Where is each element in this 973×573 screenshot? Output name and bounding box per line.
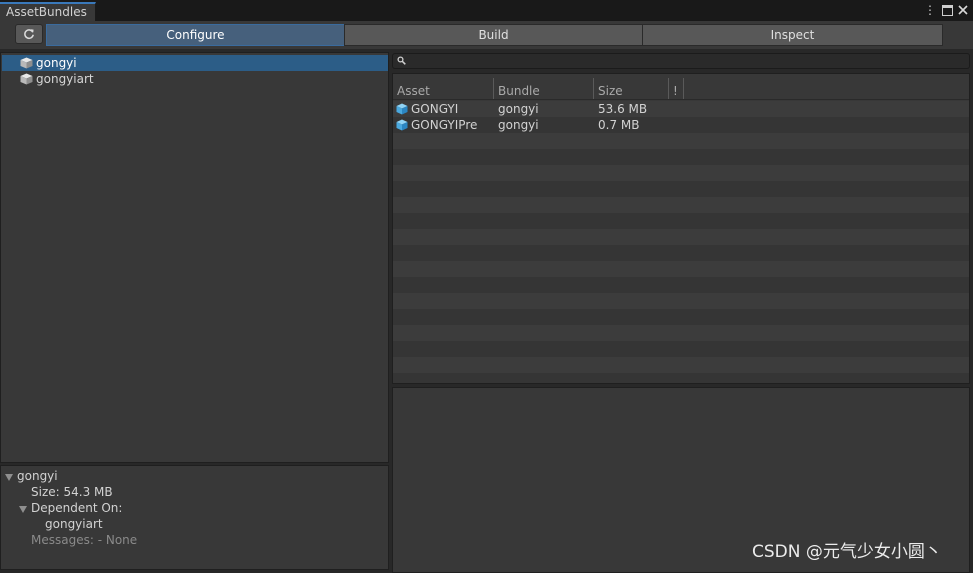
- bundle-size: Size: 54.3 MB: [31, 485, 113, 499]
- asset-size: 0.7 MB: [598, 118, 640, 132]
- row-stripe: [393, 197, 969, 213]
- row-stripe: [393, 213, 969, 229]
- asset-size: 53.6 MB: [598, 102, 648, 116]
- prefab-cube-icon: [396, 119, 408, 131]
- refresh-icon: [24, 29, 34, 39]
- row-stripe: [393, 133, 969, 149]
- asset-list-panel: Asset Bundle Size ! GONGYI gongyi 53.6 M…: [392, 73, 970, 384]
- bundle-info-name: gongyi: [17, 469, 58, 483]
- kebab-menu-icon[interactable]: ⋮: [923, 2, 937, 18]
- dependency-item: gongyiart: [45, 517, 103, 531]
- column-header-bundle[interactable]: Bundle: [494, 83, 593, 99]
- row-stripe: [393, 373, 969, 383]
- row-stripe: [393, 245, 969, 261]
- bundle-info-header[interactable]: gongyi: [1, 468, 388, 484]
- window-tab-assetbundles[interactable]: AssetBundles: [0, 2, 96, 21]
- row-stripe: [393, 165, 969, 181]
- row-stripe: [393, 341, 969, 357]
- watermark-text: CSDN @元气少女小圆丶: [752, 542, 942, 562]
- asset-list-header: Asset Bundle Size !: [393, 74, 969, 100]
- column-header-asset[interactable]: Asset: [393, 83, 493, 99]
- maximize-icon[interactable]: [940, 2, 954, 18]
- bundle-cube-icon: [20, 73, 33, 85]
- refresh-button[interactable]: [15, 24, 43, 44]
- tree-item-gongyi[interactable]: gongyi: [2, 55, 388, 71]
- asset-bundle: gongyi: [498, 118, 539, 132]
- foldout-arrow-icon: [19, 506, 27, 513]
- search-icon: [397, 56, 406, 65]
- tab-inspect[interactable]: Inspect: [642, 24, 943, 46]
- row-stripe: [393, 309, 969, 325]
- prefab-cube-icon: [396, 103, 408, 115]
- row-stripe: [393, 293, 969, 309]
- asset-name: GONGYI: [411, 102, 459, 116]
- asset-row-gongyi[interactable]: GONGYI gongyi 53.6 MB: [393, 101, 969, 117]
- tab-configure[interactable]: Configure: [46, 24, 345, 46]
- foldout-arrow-icon: [5, 474, 13, 481]
- bundle-info-panel: gongyi Size: 54.3 MB Dependent On: gongy…: [0, 465, 389, 570]
- row-stripe: [393, 149, 969, 165]
- row-stripe: [393, 325, 969, 341]
- window-tab-bar: [0, 0, 973, 21]
- column-header-warning[interactable]: !: [669, 83, 683, 99]
- asset-row-gongyipre[interactable]: GONGYIPre gongyi 0.7 MB: [393, 117, 969, 133]
- row-stripe: [393, 357, 969, 373]
- tree-item-label: gongyi: [36, 56, 77, 70]
- row-stripe: [393, 277, 969, 293]
- close-icon[interactable]: [956, 2, 970, 18]
- bundle-cube-icon: [20, 57, 33, 69]
- column-header-size[interactable]: Size: [594, 83, 668, 99]
- column-divider[interactable]: [683, 78, 684, 99]
- dependent-on-foldout[interactable]: Dependent On:: [1, 500, 388, 516]
- tab-build[interactable]: Build: [344, 24, 643, 46]
- tree-item-gongyiart[interactable]: gongyiart: [2, 71, 388, 87]
- search-input[interactable]: [392, 53, 970, 69]
- asset-name: GONGYIPre: [411, 118, 478, 132]
- row-stripe: [393, 261, 969, 277]
- bundle-tree-panel: gongyi gongyiart: [0, 52, 389, 463]
- tree-item-label: gongyiart: [36, 72, 94, 86]
- messages-line: Messages: - None: [31, 533, 138, 547]
- asset-bundle: gongyi: [498, 102, 539, 116]
- row-stripe: [393, 181, 969, 197]
- dependent-on-label: Dependent On:: [31, 501, 123, 515]
- row-stripe: [393, 229, 969, 245]
